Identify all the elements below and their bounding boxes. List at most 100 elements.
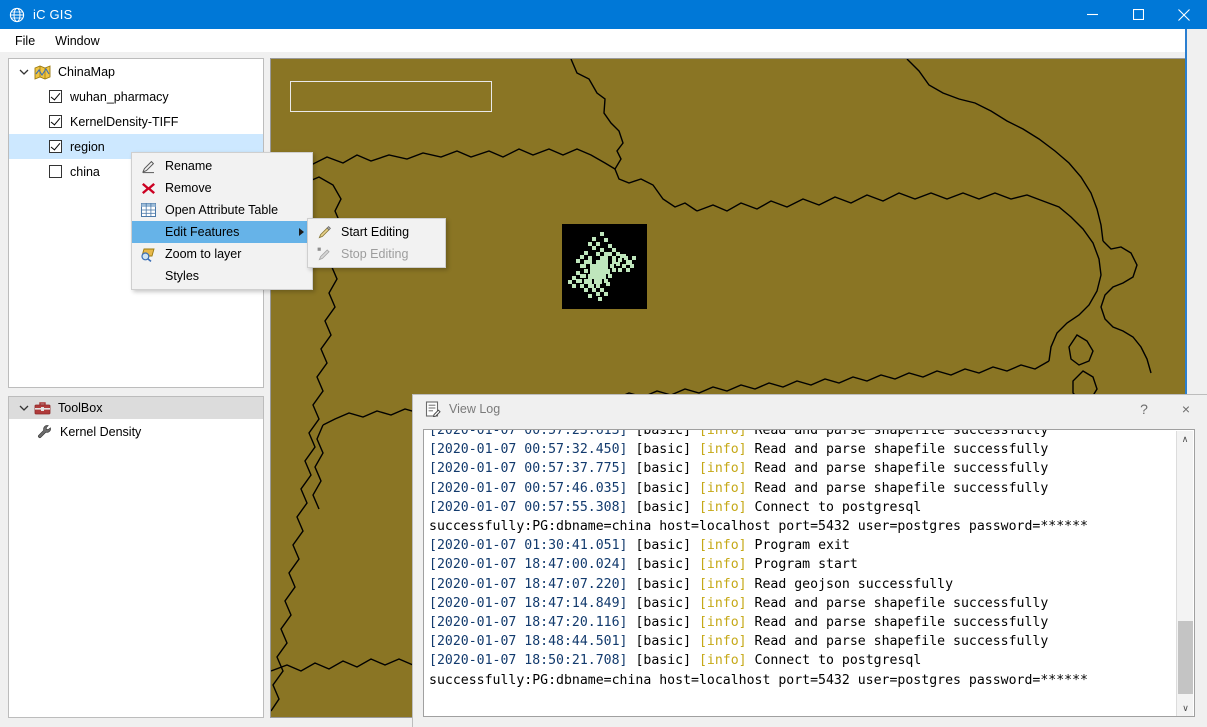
log-message: Read and parse shapefile successfully: [746, 461, 1049, 477]
context-menu-item-edit-features[interactable]: Edit Features: [132, 221, 312, 243]
menu-file[interactable]: File: [6, 31, 44, 51]
log-dialog-title: View Log: [449, 402, 501, 416]
log-dialog-controls: ? ×: [1123, 395, 1207, 423]
chevron-down-icon[interactable]: [17, 401, 31, 415]
maximize-button[interactable]: [1115, 0, 1161, 29]
context-menu-label: Remove: [165, 181, 212, 195]
log-category: [basic]: [635, 442, 699, 458]
log-category: [basic]: [635, 576, 699, 592]
log-timestamp: [2020-01-07 18:47:00.024]: [429, 557, 636, 573]
context-menu-label: Edit Features: [165, 225, 240, 239]
layer-item-wuhan-pharmacy[interactable]: wuhan_pharmacy: [9, 84, 263, 109]
log-message: Read and parse shapefile successfully: [746, 442, 1049, 458]
log-line: [2020-01-07 00:57:37.775] [basic] [info]…: [429, 459, 1177, 478]
toolbox-item-kernel-density[interactable]: Kernel Density: [9, 419, 263, 445]
log-timestamp: [2020-01-07 00:57:23.613]: [429, 429, 636, 438]
minimize-button[interactable]: [1069, 0, 1115, 29]
log-message: Read and parse shapefile successfully: [746, 634, 1049, 650]
layer-context-menu: Rename Remove Open Attribute Table Edit …: [131, 152, 313, 290]
close-icon[interactable]: ×: [1165, 395, 1207, 423]
log-line: [2020-01-07 00:57:55.308] [basic] [info]…: [429, 498, 1177, 517]
log-category: [basic]: [635, 615, 699, 631]
scroll-down-button[interactable]: ∨: [1177, 700, 1194, 716]
log-level: [info]: [698, 634, 747, 650]
no-icon: [136, 267, 160, 285]
log-message: Connect to postgresql: [746, 653, 922, 669]
log-level: [info]: [698, 653, 747, 669]
context-menu-label: Zoom to layer: [165, 247, 242, 261]
toolbox-header-label: ToolBox: [58, 401, 103, 415]
log-category: [basic]: [635, 653, 699, 669]
log-message: Read geojson successfully: [746, 576, 954, 592]
scroll-up-button[interactable]: ∧: [1177, 431, 1193, 448]
log-level: [info]: [698, 499, 747, 515]
layer-checkbox-china[interactable]: [49, 165, 62, 178]
log-category: [basic]: [635, 429, 699, 438]
close-button[interactable]: [1161, 0, 1207, 29]
menu-window[interactable]: Window: [46, 31, 108, 51]
log-message: Connect to postgresql: [746, 499, 922, 515]
application-window: iC GIS File Window ChinaMap wuhan_pharma…: [0, 0, 1207, 727]
tree-group-chinamap[interactable]: ChinaMap: [9, 59, 263, 84]
log-timestamp: [2020-01-07 18:47:07.220]: [429, 576, 636, 592]
layer-label: region: [70, 139, 105, 154]
log-timestamp: [2020-01-07 00:57:32.450]: [429, 442, 636, 458]
layer-checkbox-region[interactable]: [49, 140, 62, 153]
log-level: [info]: [698, 538, 747, 554]
window-title: iC GIS: [33, 7, 73, 22]
context-menu-item-zoom-to-layer[interactable]: Zoom to layer: [132, 243, 312, 265]
log-text-area[interactable]: [2020-01-07 00:57:23.613] [basic] [info]…: [423, 429, 1195, 717]
toolbox-icon: [34, 401, 51, 416]
context-menu-item-open-attribute-table[interactable]: Open Attribute Table: [132, 199, 312, 221]
log-timestamp: [2020-01-07 00:57:46.035]: [429, 480, 636, 496]
log-category: [basic]: [635, 499, 699, 515]
context-menu-item-styles[interactable]: Styles: [132, 265, 312, 287]
no-icon: [136, 223, 160, 241]
log-line: [2020-01-07 18:50:21.708] [basic] [info]…: [429, 651, 1177, 670]
log-message: Read and parse shapefile successfully: [746, 595, 1049, 611]
log-line: [2020-01-07 00:57:32.450] [basic] [info]…: [429, 440, 1177, 459]
log-level: [info]: [698, 429, 747, 438]
log-level: [info]: [698, 480, 747, 496]
window-controls: [1069, 0, 1207, 29]
context-menu-item-remove[interactable]: Remove: [132, 177, 312, 199]
submenu-arrow-icon: [299, 228, 304, 236]
log-timestamp: [2020-01-07 18:50:21.708]: [429, 653, 636, 669]
log-icon: [425, 401, 441, 418]
log-category: [basic]: [635, 595, 699, 611]
toolbox-panel: ToolBox Kernel Density: [8, 396, 264, 718]
help-button[interactable]: ?: [1123, 395, 1165, 423]
layer-label: KernelDensity-TIFF: [70, 114, 179, 129]
log-level: [info]: [698, 461, 747, 477]
layer-item-kerneldensity-tiff[interactable]: KernelDensity-TIFF: [9, 109, 263, 134]
log-line-continuation: successfully:PG:dbname=china host=localh…: [429, 519, 1088, 535]
context-menu-item-rename[interactable]: Rename: [132, 155, 312, 177]
layer-checkbox-kerneldensity-tiff[interactable]: [49, 115, 62, 128]
log-category: [basic]: [635, 538, 699, 554]
toolbox-header[interactable]: ToolBox: [9, 397, 263, 419]
log-category: [basic]: [635, 634, 699, 650]
toolbox-item-label: Kernel Density: [60, 425, 142, 439]
log-timestamp: [2020-01-07 00:57:37.775]: [429, 461, 636, 477]
log-line: [2020-01-07 18:48:44.501] [basic] [info]…: [429, 632, 1177, 651]
log-timestamp: [2020-01-07 18:48:44.501]: [429, 634, 636, 650]
log-line: successfully:PG:dbname=china host=localh…: [429, 671, 1177, 690]
view-log-dialog: View Log ? × [2020-01-07 00:57:23.613] […: [412, 394, 1207, 727]
layer-label: wuhan_pharmacy: [70, 89, 169, 104]
globe-icon: [9, 7, 25, 23]
submenu-label: Start Editing: [341, 225, 410, 239]
context-menu-label: Open Attribute Table: [165, 203, 279, 217]
scrollbar-thumb[interactable]: [1178, 621, 1193, 694]
table-icon: [136, 201, 160, 219]
context-menu-label: Rename: [165, 159, 213, 173]
map-selection-rectangle[interactable]: [290, 81, 492, 112]
submenu-item-start-editing[interactable]: Start Editing: [308, 221, 445, 243]
kernel-density-raster[interactable]: [562, 224, 647, 309]
edit-features-submenu: Start Editing Stop Editing: [307, 218, 446, 268]
log-scrollbar[interactable]: ∧ ∨: [1176, 431, 1194, 716]
chevron-down-icon[interactable]: [17, 65, 31, 79]
log-category: [basic]: [635, 461, 699, 477]
submenu-item-stop-editing: Stop Editing: [308, 243, 445, 265]
layer-checkbox-wuhan-pharmacy[interactable]: [49, 90, 62, 103]
tree-group-label: ChinaMap: [58, 64, 115, 79]
